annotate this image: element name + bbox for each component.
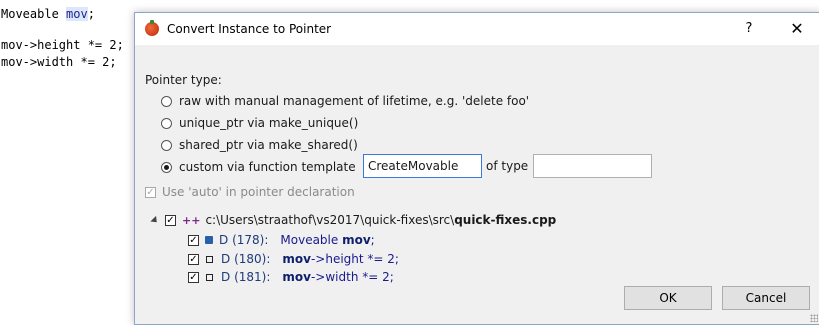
member-icon <box>206 273 213 281</box>
close-button[interactable]: ✕ <box>785 17 809 41</box>
dialog-titlebar[interactable]: Convert Instance to Pointer ? ✕ <box>135 13 819 45</box>
cpp-file-icon: ++ <box>182 213 201 227</box>
pointer-type-label: Pointer type: <box>145 73 222 87</box>
code-line-declaration: Moveable mov; <box>1 7 95 21</box>
radio-label: custom via function template <box>179 160 356 174</box>
code-line-width: mov->width *= 2; <box>1 55 117 69</box>
reference-checkbox[interactable]: ✓ <box>188 253 199 265</box>
use-auto-label: Use 'auto' in pointer declaration <box>162 185 355 199</box>
radio-label: raw with manual management of lifetime, … <box>179 94 530 108</box>
collapse-arrow-icon[interactable] <box>150 215 160 225</box>
highlighted-identifier: mov <box>66 7 88 21</box>
reference-row[interactable]: ✓ D (180): mov->height *= 2; <box>188 250 399 268</box>
of-type-label: of type <box>486 159 529 173</box>
resize-grip-icon[interactable] <box>810 314 818 322</box>
function-template-input[interactable]: CreateMovable <box>363 154 482 178</box>
cancel-button[interactable]: Cancel <box>722 286 810 310</box>
radio-button[interactable] <box>161 117 172 129</box>
tomato-icon <box>145 20 159 36</box>
variable-icon <box>205 236 213 244</box>
reference-row[interactable]: ✓ D (178): Moveable mov; <box>188 231 375 249</box>
reference-checkbox[interactable]: ✓ <box>188 271 199 283</box>
use-auto-checkbox: ✓ <box>145 186 156 198</box>
dialog-title: Convert Instance to Pointer <box>167 22 332 36</box>
radio-option-custom[interactable]: custom via function template <box>161 158 356 176</box>
type-input[interactable] <box>533 154 652 178</box>
convert-instance-dialog: Convert Instance to Pointer ? ✕ Pointer … <box>134 12 819 325</box>
help-button[interactable]: ? <box>739 19 759 39</box>
use-auto-checkbox-row: ✓ Use 'auto' in pointer declaration <box>145 185 355 199</box>
radio-label: unique_ptr via make_unique() <box>179 116 359 130</box>
file-path: c:\Users\straathof\vs2017\quick-fixes\sr… <box>205 213 557 227</box>
radio-button[interactable] <box>161 139 172 151</box>
reference-row[interactable]: ✓ D (181): mov->width *= 2; <box>188 268 394 286</box>
radio-option-raw[interactable]: raw with manual management of lifetime, … <box>161 92 529 110</box>
member-icon <box>206 255 213 263</box>
radio-option-shared-ptr[interactable]: shared_ptr via make_shared() <box>161 136 358 154</box>
radio-button[interactable] <box>161 95 172 107</box>
radio-button-selected[interactable] <box>161 161 172 173</box>
file-checkbox[interactable]: ✓ <box>165 214 176 226</box>
reference-checkbox[interactable]: ✓ <box>188 234 199 246</box>
radio-option-unique-ptr[interactable]: unique_ptr via make_unique() <box>161 114 358 132</box>
code-editor[interactable]: Moveable mov; mov->height *= 2; mov->wid… <box>0 0 140 323</box>
radio-label: shared_ptr via make_shared() <box>179 138 358 152</box>
tree-file-node[interactable]: ✓ ++ c:\Users\straathof\vs2017\quick-fix… <box>150 211 557 229</box>
ok-button[interactable]: OK <box>624 286 712 310</box>
code-line-height: mov->height *= 2; <box>1 38 124 52</box>
